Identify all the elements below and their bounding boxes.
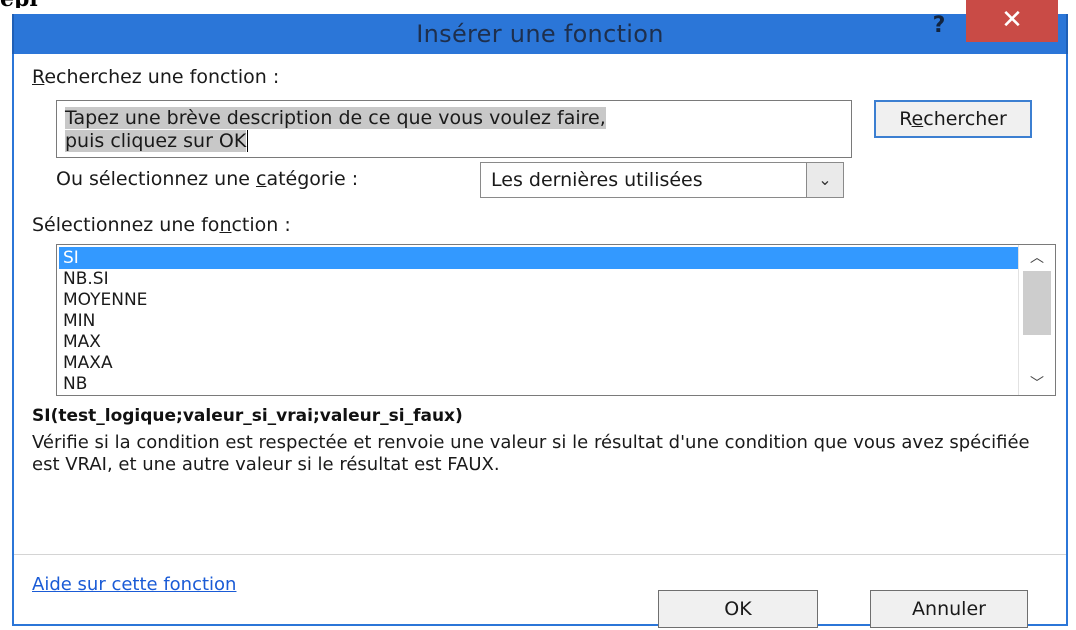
list-item[interactable]: NB.SI [59,268,1019,290]
function-list-label: Sélectionnez une fonction : [32,214,291,236]
vertical-scrollbar[interactable]: ︿ ﹀ [1018,245,1055,395]
help-icon[interactable]: ? [924,10,954,42]
close-button[interactable]: ✕ [966,0,1058,42]
chevron-down-icon[interactable]: ⌄ [806,163,843,197]
function-signature: SI(test_logique;valeur_si_vrai;valeur_si… [32,406,463,426]
category-select[interactable]: Les dernières utilisées ⌄ [480,162,844,198]
scroll-up-icon[interactable]: ︿ [1019,247,1055,269]
background-page-text: epl [0,0,120,8]
search-input-line-2: puis cliquez sur OK [65,130,247,152]
list-item[interactable]: SI [59,247,1019,269]
search-input[interactable]: Tapez une brève description de ce que vo… [56,100,852,158]
screenshot-frame: epl Insérer une fonction ? ✕ Recherchez … [0,0,1076,630]
list-item[interactable]: MAX [59,331,1019,353]
dialog-titlebar[interactable]: Insérer une fonction ? ✕ [12,0,1068,54]
scroll-thumb[interactable] [1023,271,1051,335]
insert-function-dialog: Recherchez une fonction : Tapez une brèv… [12,54,1068,628]
list-item[interactable]: MIN [59,310,1019,332]
scroll-down-icon[interactable]: ﹀ [1019,373,1055,395]
ok-button[interactable]: OK [658,590,818,628]
text-cursor [247,130,249,152]
search-button[interactable]: Rechercher [874,100,1032,138]
category-selected-value: Les dernières utilisées [491,169,703,191]
dialog-title: Insérer une fonction [416,20,664,48]
cancel-button[interactable]: Annuler [870,590,1028,628]
close-icon: ✕ [1001,5,1023,35]
search-input-line-1: Tapez une brève description de ce que vo… [65,107,606,129]
category-label: Ou sélectionnez une catégorie : [56,168,359,190]
divider [14,554,1066,555]
help-link[interactable]: Aide sur cette fonction [32,574,236,595]
list-item[interactable]: NB [59,373,1019,395]
list-item[interactable]: MAXA [59,352,1019,374]
function-list[interactable]: SI NB.SI MOYENNE MIN MAX MAXA NB ︿ ﹀ [56,244,1056,396]
search-label: Recherchez une fonction : [32,66,280,88]
list-item[interactable]: MOYENNE [59,289,1019,311]
function-description: Vérifie si la condition est respectée et… [32,432,1030,475]
